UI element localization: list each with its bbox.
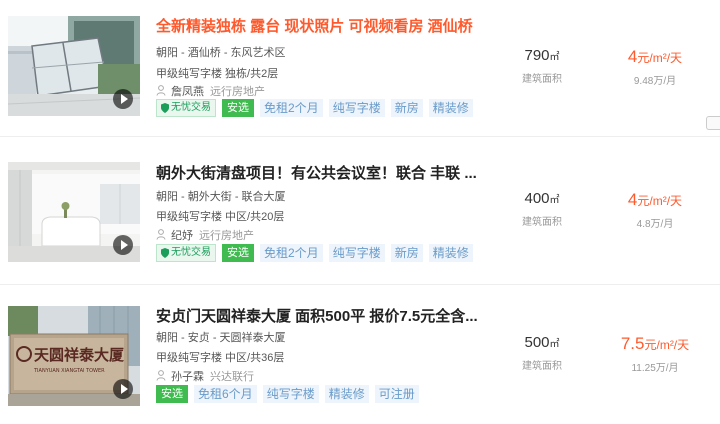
price-unit: 元/m²/天 (637, 51, 683, 65)
price-value: 7.5 (620, 334, 645, 353)
area-unit: ㎡ (549, 52, 560, 63)
listing-location: 朝阳 - 酒仙桥 - 东风艺术区 (156, 47, 286, 59)
listing-price: 4元/m²/天 4.8万/月 (600, 190, 710, 230)
listing-tags: 无忧交易 安选 免租2个月 纯写字楼 新房 精装修 (156, 99, 473, 117)
tag: 精装修 (324, 385, 369, 403)
price-monthly: 11.25万/月 (631, 363, 679, 374)
play-icon[interactable] (113, 379, 133, 399)
area-unit: ㎡ (549, 195, 560, 206)
listing-area: 500㎡ 建筑面积 (498, 334, 586, 372)
sign-subtext: TIANYUAN XIANGTAI TOWER (33, 368, 105, 374)
tag: 纯写字楼 (262, 385, 319, 403)
listing-tags: 安选 免租6个月 纯写字楼 精装修 可注册 (156, 385, 419, 403)
tag: 精装修 (428, 244, 473, 262)
tag: 新房 (390, 244, 423, 262)
agent-name: 孙子霖 (171, 371, 204, 383)
price-monthly: 4.8万/月 (636, 219, 674, 230)
play-icon[interactable] (113, 235, 133, 255)
area-unit: ㎡ (549, 339, 560, 350)
listing-thumbnail[interactable] (8, 162, 140, 262)
sign-text: 天圆祥泰大厦 (34, 346, 125, 364)
area-value: 400 (524, 190, 550, 207)
tag-wuyou: 无忧交易 (156, 99, 216, 117)
divider (0, 284, 720, 285)
listing-thumbnail[interactable] (8, 16, 140, 116)
listing-location: 朝阳 - 朝外大街 - 联合大厦 (156, 191, 286, 203)
person-icon (156, 370, 166, 381)
agent-company: 兴达联行 (210, 371, 254, 383)
tag-wuyou: 无忧交易 (156, 244, 216, 262)
agent-name: 詹凤燕 (171, 86, 204, 98)
tag: 新房 (390, 99, 423, 117)
listing-title[interactable]: 朝外大街清盘项目！有公共会议室！联合 丰联 ... (156, 162, 477, 183)
price-unit: 元/m²/天 (637, 194, 683, 208)
tag: 精装修 (428, 99, 473, 117)
listing-area: 790㎡ 建筑面积 (498, 47, 586, 85)
listing-tags: 无忧交易 安选 免租2个月 纯写字楼 新房 精装修 (156, 244, 473, 262)
tag: 纯写字楼 (328, 99, 385, 117)
listing-title[interactable]: 安贞门天圆祥泰大厦 面积500平 报价7.5元全含... (156, 305, 478, 326)
listing-agent: 纪妤 远行房地产 (156, 227, 254, 243)
listing-card[interactable]: 全新精装独栋 露台 现状照片 可视频看房 酒仙桥 朝阳 - 酒仙桥 - 东风艺术… (0, 0, 720, 124)
listing-area: 400㎡ 建筑面积 (498, 190, 586, 228)
listing-agent: 孙子霖 兴达联行 (156, 368, 254, 384)
agent-company: 远行房地产 (210, 86, 265, 98)
divider (0, 136, 720, 137)
listing-title[interactable]: 全新精装独栋 露台 现状照片 可视频看房 酒仙桥 (156, 15, 473, 36)
listing-spec: 甲级纯写字楼 中区/共36层 (156, 352, 285, 364)
listing-location: 朝阳 - 安贞 - 天圆祥泰大厦 (156, 332, 286, 344)
listing-price: 4元/m²/天 9.48万/月 (600, 47, 710, 87)
tag: 可注册 (374, 385, 419, 403)
price-value: 4 (627, 47, 638, 66)
shield-icon (161, 248, 169, 258)
play-icon[interactable] (113, 89, 133, 109)
price-value: 4 (627, 190, 638, 209)
listing-spec: 甲级纯写字楼 独栋/共2层 (156, 68, 279, 80)
person-icon (156, 229, 166, 240)
area-value: 500 (524, 334, 550, 351)
agent-name: 纪妤 (171, 230, 193, 242)
tag-anxuan: 安选 (222, 99, 254, 117)
listing-card[interactable]: 天圆祥泰大厦 TIANYUAN XIANGTAI TOWER 安贞门天圆祥泰大厦… (0, 296, 720, 424)
area-value: 790 (524, 47, 550, 64)
tag: 免租2个月 (260, 244, 323, 262)
tag: 纯写字楼 (328, 244, 385, 262)
area-label: 建筑面积 (522, 74, 562, 85)
listing-price: 7.5元/m²/天 11.25万/月 (600, 334, 710, 374)
area-label: 建筑面积 (522, 217, 562, 228)
tag-anxuan: 安选 (156, 385, 188, 403)
price-monthly: 9.48万/月 (633, 76, 677, 87)
agent-company: 远行房地产 (199, 230, 254, 242)
tag-anxuan: 安选 (222, 244, 254, 262)
shield-icon (161, 103, 169, 113)
listing-spec: 甲级纯写字楼 中区/共20层 (156, 211, 285, 223)
listing-agent: 詹凤燕 远行房地产 (156, 83, 265, 99)
price-unit: 元/m²/天 (644, 338, 690, 352)
person-icon (156, 85, 166, 96)
side-float-tab[interactable] (706, 116, 720, 130)
area-label: 建筑面积 (522, 361, 562, 372)
tag: 免租2个月 (260, 99, 323, 117)
tag: 免租6个月 (194, 385, 257, 403)
listing-thumbnail[interactable]: 天圆祥泰大厦 TIANYUAN XIANGTAI TOWER (8, 306, 140, 406)
listing-card[interactable]: 朝外大街清盘项目！有公共会议室！联合 丰联 ... 朝阳 - 朝外大街 - 联合… (0, 150, 720, 280)
